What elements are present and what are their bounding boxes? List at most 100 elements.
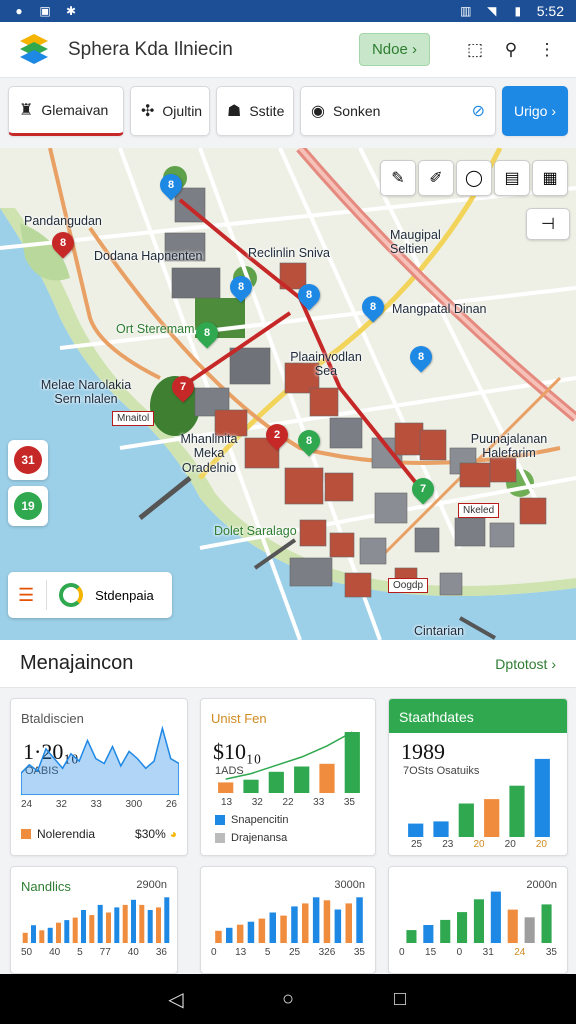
side-button-red[interactable]: 31 (8, 440, 48, 480)
note-button[interactable]: Ndoe › (358, 33, 430, 66)
tab-glemaivan[interactable]: ♜ Glemaivan (8, 86, 124, 136)
go-button[interactable]: Urigo › (502, 86, 568, 136)
map-tag: Mnaitol (112, 411, 155, 426)
bar (473, 899, 484, 943)
bar (147, 910, 153, 943)
tab-sstite[interactable]: ☗ Sstite (216, 86, 294, 136)
bar (156, 907, 161, 943)
stat-card[interactable]: 3000n 0 13 5 25 326 35 (200, 866, 376, 974)
target-icon: ◉ (311, 103, 325, 120)
legend-label: Stdenpaia (95, 587, 154, 603)
bar (247, 921, 255, 943)
bookmark-icon[interactable]: ▤ (494, 160, 530, 196)
map-label: Cintarian (414, 624, 465, 638)
draw-icon[interactable]: ✎ (380, 160, 416, 196)
compass-icon[interactable]: ⊣ (526, 208, 570, 240)
bar (345, 903, 352, 943)
tick-label: 23 (442, 839, 454, 850)
bar (269, 912, 276, 943)
badge: 19 (14, 492, 42, 520)
bar (344, 732, 360, 793)
bar (81, 910, 86, 943)
comment-icon[interactable]: ◯ (456, 160, 492, 196)
foot-value: $30% (135, 827, 166, 841)
bar-chart (218, 731, 360, 793)
bar (218, 782, 234, 793)
pin-label: 7 (419, 483, 427, 495)
bar (56, 922, 61, 943)
tick-label: 33 (90, 799, 102, 810)
bar (280, 915, 287, 943)
status-bar: ● ▣ ✱ ▥ ◥ ▮ 5:52 (0, 0, 576, 22)
bar (524, 917, 535, 943)
bar (114, 907, 120, 943)
map-legend[interactable]: ☰ Stdenpaia (8, 572, 172, 618)
notification-icon: ● (15, 4, 23, 18)
pin-label: 8 (59, 237, 67, 249)
fullscreen-icon[interactable]: ⬚ (464, 39, 486, 61)
tick-label: 32 (55, 799, 67, 810)
section-link[interactable]: Dptotost › (495, 656, 556, 672)
bar (258, 918, 266, 943)
legend-label: Snapencitin (231, 814, 289, 826)
bar (164, 897, 170, 943)
stat-card[interactable]: Btaldiscien 1·20₁₀ OABIS 24 32 33 300 26… (10, 698, 188, 856)
more-vert-icon[interactable]: ⋮ (536, 39, 558, 61)
legend-swatch (215, 833, 225, 843)
tick-label: 40 (127, 947, 139, 958)
tick-label: 25 (288, 947, 301, 958)
map-label: Plaainvodlan Sea (290, 350, 362, 379)
side-button-green[interactable]: 19 (8, 486, 48, 526)
tick-row: 25 23 20 20 20 (411, 839, 547, 850)
stat-card[interactable]: Unist Fen $10₁₀ 1ADS 13 32 22 33 35 Snap… (200, 698, 376, 856)
bar (484, 799, 500, 837)
search-field[interactable]: ◉ Sonken ⊘ (300, 86, 496, 136)
legend-divider (46, 580, 48, 610)
recents-icon[interactable]: □ (388, 987, 412, 1011)
bar (215, 930, 222, 943)
bar (458, 803, 474, 837)
map-label: Mhanlinita Meka Oradelnio (180, 432, 238, 475)
tick-label: 31 (482, 947, 494, 958)
bar (334, 909, 342, 943)
building-icon: ♜ (19, 102, 34, 119)
bar (39, 930, 45, 943)
legend-label: Nolerendia (37, 827, 96, 841)
search-icon[interactable]: ⚲ (500, 39, 522, 61)
bar (534, 758, 550, 837)
tick-label: 0 (456, 947, 463, 958)
bar (312, 897, 320, 943)
home-icon[interactable]: ○ (276, 987, 300, 1011)
print-icon[interactable]: ▦ (532, 160, 568, 196)
map-label: Puunajalanan Halefarim (470, 432, 548, 461)
tick-label: 35 (353, 947, 365, 958)
pin-label: 8 (417, 351, 425, 363)
bar (97, 904, 103, 943)
stat-card[interactable]: 2000n 0 15 0 31 24 35 (388, 866, 568, 974)
layers-stack-icon: ☰ (18, 584, 35, 605)
tick-row: 0 15 0 31 24 35 (399, 947, 557, 958)
tab-ojultin[interactable]: ✣ Ojultin (130, 86, 210, 136)
bar (106, 912, 111, 943)
tick-label: 40 (49, 947, 61, 958)
map-toolbar: ♜ Glemaivan ✣ Ojultin ☗ Sstite ◉ Sonken … (8, 86, 568, 138)
pen-icon[interactable]: ✐ (418, 160, 454, 196)
back-icon[interactable]: ◁ (164, 987, 188, 1011)
tick-label: 35 (343, 797, 355, 808)
system-nav-bar: ◁ ○ □ (0, 974, 576, 1024)
map-tag: Nkeled (458, 503, 500, 518)
stat-card[interactable]: Staathdates 1989 7OSts Osatuiks 25 23 20… (388, 698, 568, 856)
map-tag: Oogdp (388, 578, 429, 593)
pin-label: 7 (179, 381, 187, 393)
bar-chart (215, 897, 363, 943)
tick-label: 24 (514, 947, 526, 958)
bar (507, 909, 518, 943)
stat-card[interactable]: Nandlics 2900n 50 40 5 77 40 36 (10, 866, 178, 974)
bar (139, 904, 145, 943)
map-view[interactable]: Pandangudan Dodana Hapnenten Reclinlin S… (0, 148, 576, 640)
tick-label: 35 (545, 947, 557, 958)
card-header: Staathdates (389, 699, 567, 733)
area-series (21, 725, 179, 795)
clear-icon[interactable]: ⊘ (472, 101, 485, 121)
card-title: Unist Fen (211, 711, 267, 726)
